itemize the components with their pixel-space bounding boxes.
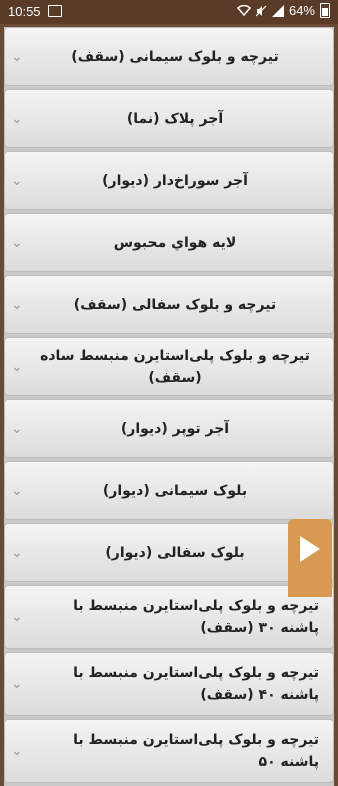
list-item-label: آجر سوراخ‌دار (دیوار) [102, 172, 248, 189]
list-item-label: آجر پلاک (نما) [126, 110, 224, 127]
list-item[interactable]: آجر پلاک (نما) ⌄ [4, 89, 334, 148]
list-item-label: تیرچه و بلوک سفالی (سقف) [73, 296, 277, 313]
list-item[interactable]: تیرچه و بلوک پلی‌استایرن منبسط با پاشنه … [4, 652, 334, 716]
chevron-down-icon: ⌄ [11, 743, 23, 759]
list-item[interactable]: آجر سوراخ‌دار (دیوار) ⌄ [4, 151, 334, 210]
list-item-label: بلوک سفالی (دیوار) [105, 544, 245, 561]
list-item[interactable]: تیرچه و بلوک پلی‌استایرن منبسط با پاشنه … [4, 585, 334, 649]
signal-icon [271, 4, 284, 17]
list-item[interactable]: تیرچه و بلوک سفالی (سقف) ⌄ [4, 275, 334, 334]
chevron-down-icon: ⌄ [11, 172, 23, 189]
list-item-label: تیرچه و بلوک پلی‌استایرن منبسط ساده (سقف… [40, 347, 310, 386]
google-play-icon [300, 536, 320, 562]
list-item-label: آجر توپر (دیوار) [120, 420, 230, 437]
list-item-label: لایه هواي محبوس [113, 234, 237, 251]
download-app-button[interactable] [288, 519, 332, 597]
list-item[interactable]: تیرچه و بلوک پلی‌استایرن منبسط ساده (سقف… [4, 337, 334, 396]
status-bar: 10:55 64% [0, 0, 338, 24]
chevron-down-icon: ⌄ [11, 296, 23, 313]
chevron-down-icon: ⌄ [11, 676, 23, 692]
status-time: 10:55 [8, 4, 41, 19]
battery-icon [320, 3, 330, 18]
list-item[interactable]: لایه هواي محبوس ⌄ [4, 213, 334, 272]
chevron-down-icon: ⌄ [11, 609, 23, 625]
battery-percentage: 64% [288, 3, 315, 18]
list-item[interactable]: بلوک سیمانی (دیوار) ⌄ [4, 461, 334, 520]
list-item-label: تیرچه و بلوک پلی‌استایرن منبسط با پاشنه … [73, 598, 319, 636]
mute-icon [255, 5, 267, 16]
list-item-label: تیرچه و بلوک سیمانی (سقف) [71, 48, 279, 65]
list-item[interactable]: بلوک سفالی (دیوار) ⌄ [4, 523, 334, 582]
chevron-down-icon: ⌄ [11, 234, 23, 251]
chevron-down-icon: ⌄ [11, 48, 23, 65]
wifi-icon [236, 5, 251, 16]
chevron-down-icon: ⌄ [11, 110, 23, 127]
list-item-label: تیرچه و بلوک پلی‌استایرن منبسط با پاشنه … [73, 732, 319, 770]
list-item-label: بلوک سیمانی (دیوار) [102, 482, 248, 499]
gallery-icon [48, 5, 62, 17]
chevron-down-icon: ⌄ [11, 482, 23, 499]
list-item[interactable]: تیرچه و بلوک پلی‌استایرن منبسط با پاشنه … [4, 719, 334, 783]
list-item[interactable]: آجر توپر (دیوار) ⌄ [4, 399, 334, 458]
materials-list: تیرچه و بلوک سیمانی (سقف) ⌄ آجر پلاک (نما… [4, 27, 334, 786]
chevron-down-icon: ⌄ [11, 358, 23, 375]
chevron-down-icon: ⌄ [11, 420, 23, 437]
list-item[interactable]: تیرچه و بلوک سیمانی (سقف) ⌄ [4, 27, 334, 86]
chevron-down-icon: ⌄ [11, 544, 23, 561]
list-item-label: تیرچه و بلوک پلی‌استایرن منبسط با پاشنه … [73, 665, 319, 703]
